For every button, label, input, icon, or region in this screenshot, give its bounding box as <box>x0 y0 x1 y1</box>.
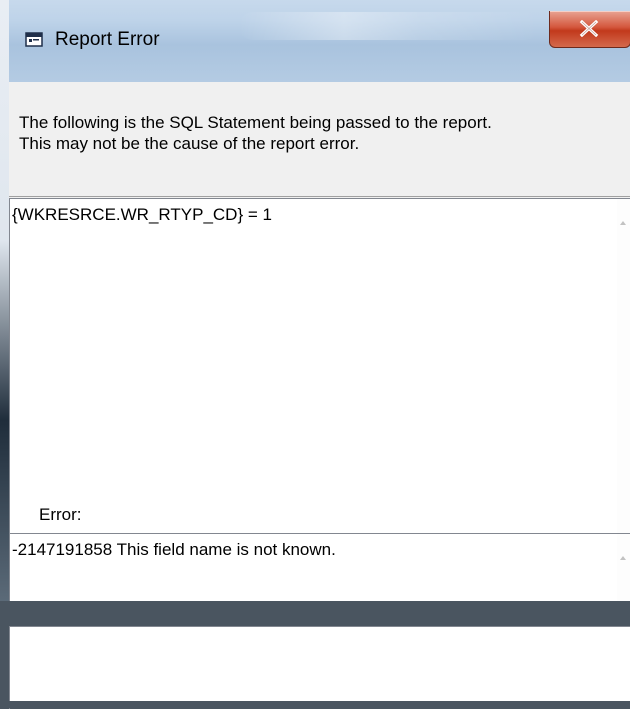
info-message: The following is the SQL Statement being… <box>19 112 492 154</box>
scroll-up-arrow-icon[interactable] <box>620 221 626 225</box>
sql-statement-textbox[interactable]: {WKRESRCE.WR_RTYP_CD} = 1 <box>9 198 630 568</box>
report-error-dialog: Report Error The following is the SQL St… <box>9 0 630 709</box>
error-label: Error: <box>39 505 82 524</box>
sql-scrollbar[interactable] <box>617 199 630 568</box>
desktop-edge <box>0 0 9 601</box>
close-button[interactable] <box>549 11 630 48</box>
error-scroll-up-arrow-icon[interactable] <box>620 556 626 560</box>
sql-statement-text: {WKRESRCE.WR_RTYP_CD} = 1 <box>12 205 272 224</box>
info-message-line-1: The following is the SQL Statement being… <box>19 113 492 132</box>
close-icon <box>579 20 599 37</box>
error-scrollbar[interactable] <box>617 534 630 601</box>
error-message-text: -2147191858 This field name is not known… <box>12 540 336 559</box>
report-window-icon <box>25 32 43 47</box>
window-title: Report Error <box>55 29 160 50</box>
error-textbox[interactable] <box>9 626 630 701</box>
title-bar-glare <box>239 12 539 40</box>
title-bar[interactable]: Report Error <box>9 0 630 82</box>
error-message-textbox[interactable]: -2147191858 This field name is not known… <box>9 533 630 601</box>
dialog-body: The following is the SQL Statement being… <box>9 82 630 709</box>
separator <box>9 196 630 197</box>
info-message-line-2: This may not be the cause of the report … <box>19 134 360 153</box>
